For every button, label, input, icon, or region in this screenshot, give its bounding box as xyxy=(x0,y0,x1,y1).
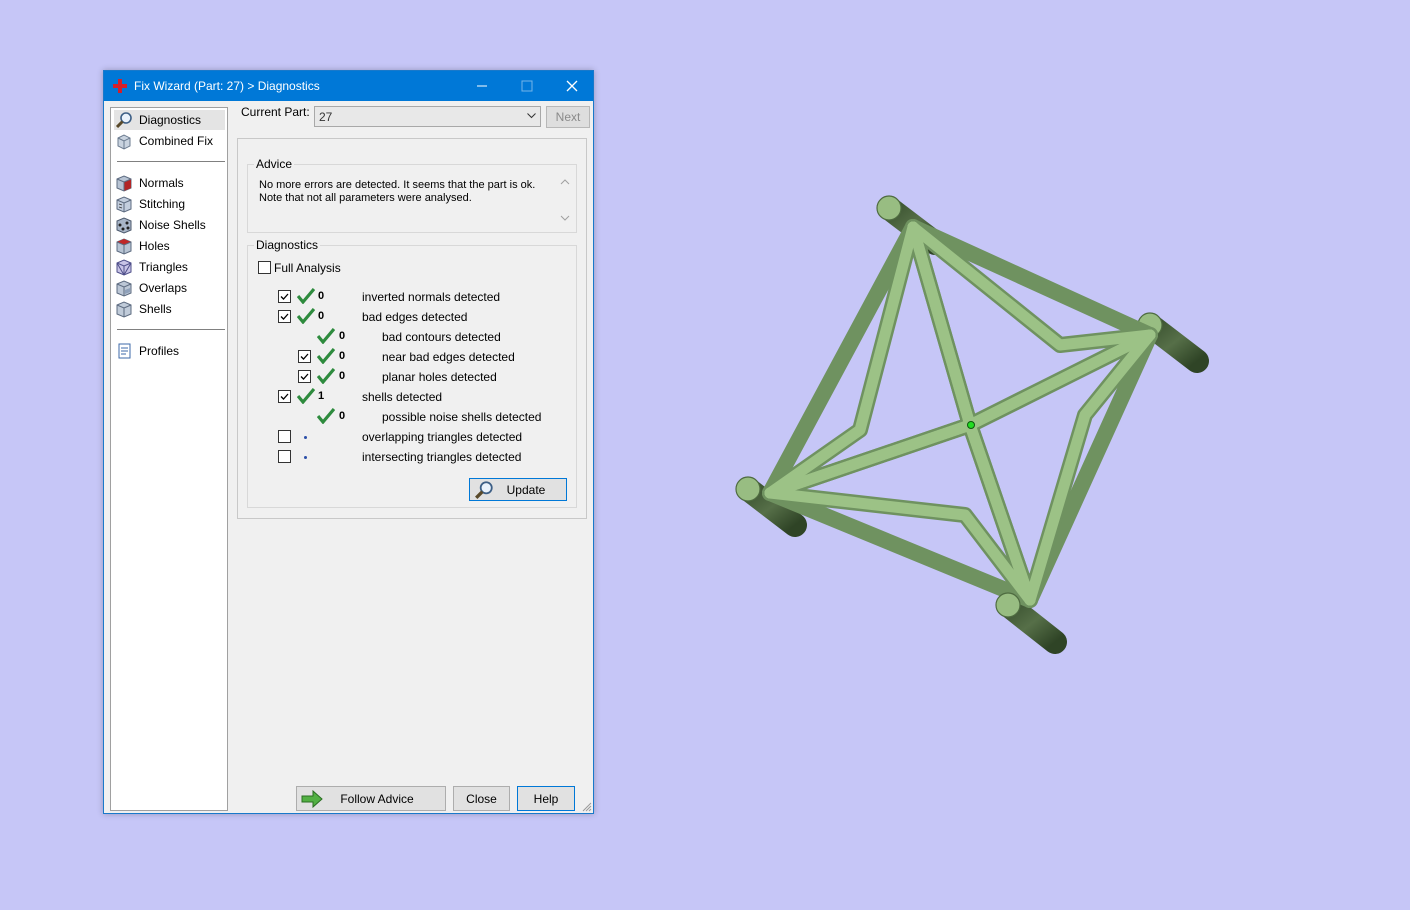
cylinder-cap xyxy=(735,476,761,502)
pivot-point-icon xyxy=(967,421,975,429)
model-viewport[interactable] xyxy=(0,0,1410,910)
star-frame xyxy=(762,219,1158,608)
part-3d-model[interactable] xyxy=(735,195,1209,654)
cylinder-cap xyxy=(995,592,1021,618)
